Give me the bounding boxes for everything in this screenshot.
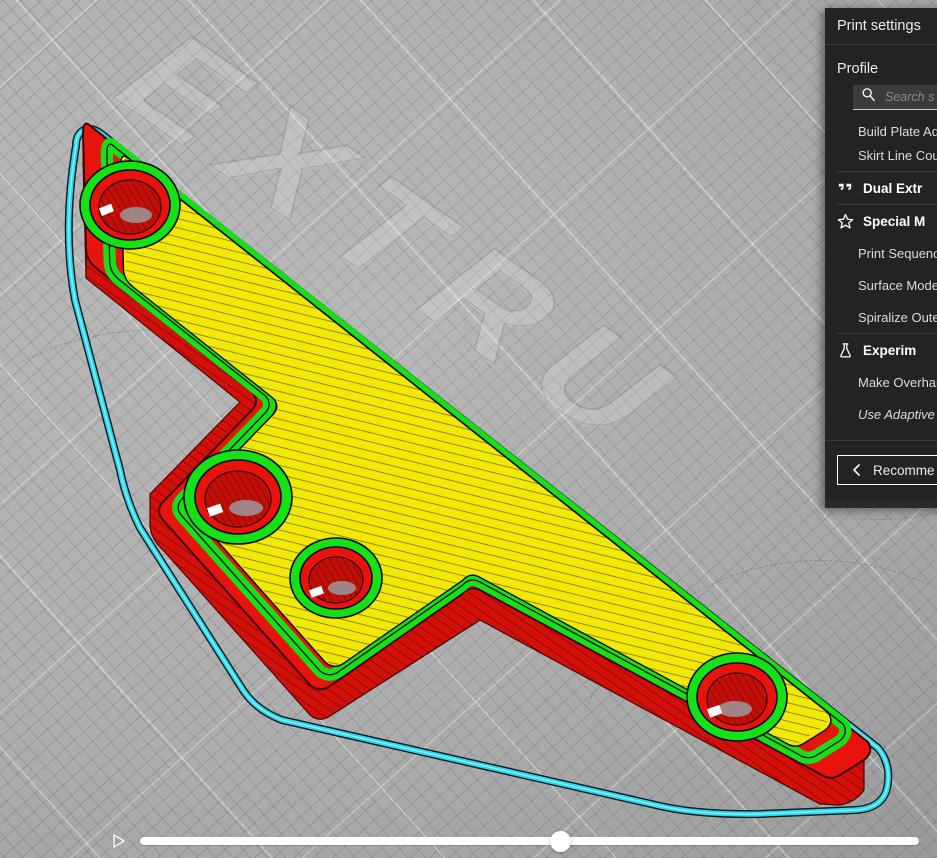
- settings-list[interactable]: Build Plate Adhe Skirt Line Coun Dual Ex…: [825, 119, 937, 430]
- search-underline: [853, 109, 937, 110]
- search-row[interactable]: [825, 85, 937, 109]
- setting-row-print-sequence[interactable]: Print Sequence: [825, 237, 937, 269]
- category-row-dual-extrusion[interactable]: Dual Extr: [825, 172, 937, 204]
- setting-label: Build Plate Adhe: [858, 124, 937, 139]
- layer-slider-bar[interactable]: [0, 824, 937, 858]
- sliced-model[interactable]: [0, 0, 937, 858]
- panel-bottom-shade: [825, 500, 937, 508]
- setting-label: Print Sequence: [858, 246, 937, 261]
- print-preview-viewport[interactable]: EXTRU: [0, 0, 937, 858]
- layer-slider-handle[interactable]: [550, 831, 571, 852]
- hole-4: [687, 653, 787, 741]
- hole-2: [184, 450, 292, 544]
- setting-row-use-adaptive-layers[interactable]: Use Adaptive Lay: [825, 398, 937, 430]
- hole-3: [290, 538, 382, 618]
- star-icon: [837, 213, 854, 230]
- search-input[interactable]: [885, 90, 937, 104]
- recommended-mode-button[interactable]: Recomme: [837, 455, 937, 485]
- hole-1: [80, 161, 180, 249]
- setting-row-surface-mode[interactable]: Surface Mode: [825, 269, 937, 301]
- category-row-experimental[interactable]: Experim: [825, 334, 937, 366]
- profile-label: Profile: [825, 45, 937, 85]
- layer-slider-track[interactable]: [140, 837, 919, 845]
- setting-row-spiralize-outer-contour[interactable]: Spiralize Outer: [825, 301, 937, 333]
- setting-label: Use Adaptive Lay: [858, 407, 937, 422]
- category-row-special-modes[interactable]: Special M: [825, 205, 937, 237]
- panel-title: Print settings: [825, 8, 937, 44]
- category-label: Special M: [863, 214, 925, 229]
- search-box[interactable]: [853, 85, 937, 109]
- setting-row-build-plate-adhesion[interactable]: Build Plate Adhe: [825, 119, 937, 139]
- setting-row-make-overhang-printable[interactable]: Make Overhan: [825, 366, 937, 398]
- setting-label: Spiralize Outer: [858, 310, 937, 325]
- play-triangle-icon[interactable]: [108, 830, 130, 852]
- setting-label: Skirt Line Coun: [858, 148, 937, 163]
- category-label: Dual Extr: [863, 181, 922, 196]
- chevron-left-icon: [851, 464, 863, 476]
- print-settings-panel[interactable]: Print settings Profile Build Plate Adhe …: [825, 8, 937, 508]
- flask-icon: [837, 342, 854, 359]
- recommended-bar[interactable]: Recomme: [825, 441, 937, 485]
- search-icon: [861, 87, 876, 107]
- category-label: Experim: [863, 343, 916, 358]
- setting-row-skirt-line-count[interactable]: Skirt Line Coun: [825, 139, 937, 171]
- setting-label: Surface Mode: [858, 278, 937, 293]
- setting-label: Make Overhan: [858, 375, 937, 390]
- dual-extrusion-icon: [837, 180, 854, 197]
- recommended-button-label: Recomme: [873, 463, 935, 478]
